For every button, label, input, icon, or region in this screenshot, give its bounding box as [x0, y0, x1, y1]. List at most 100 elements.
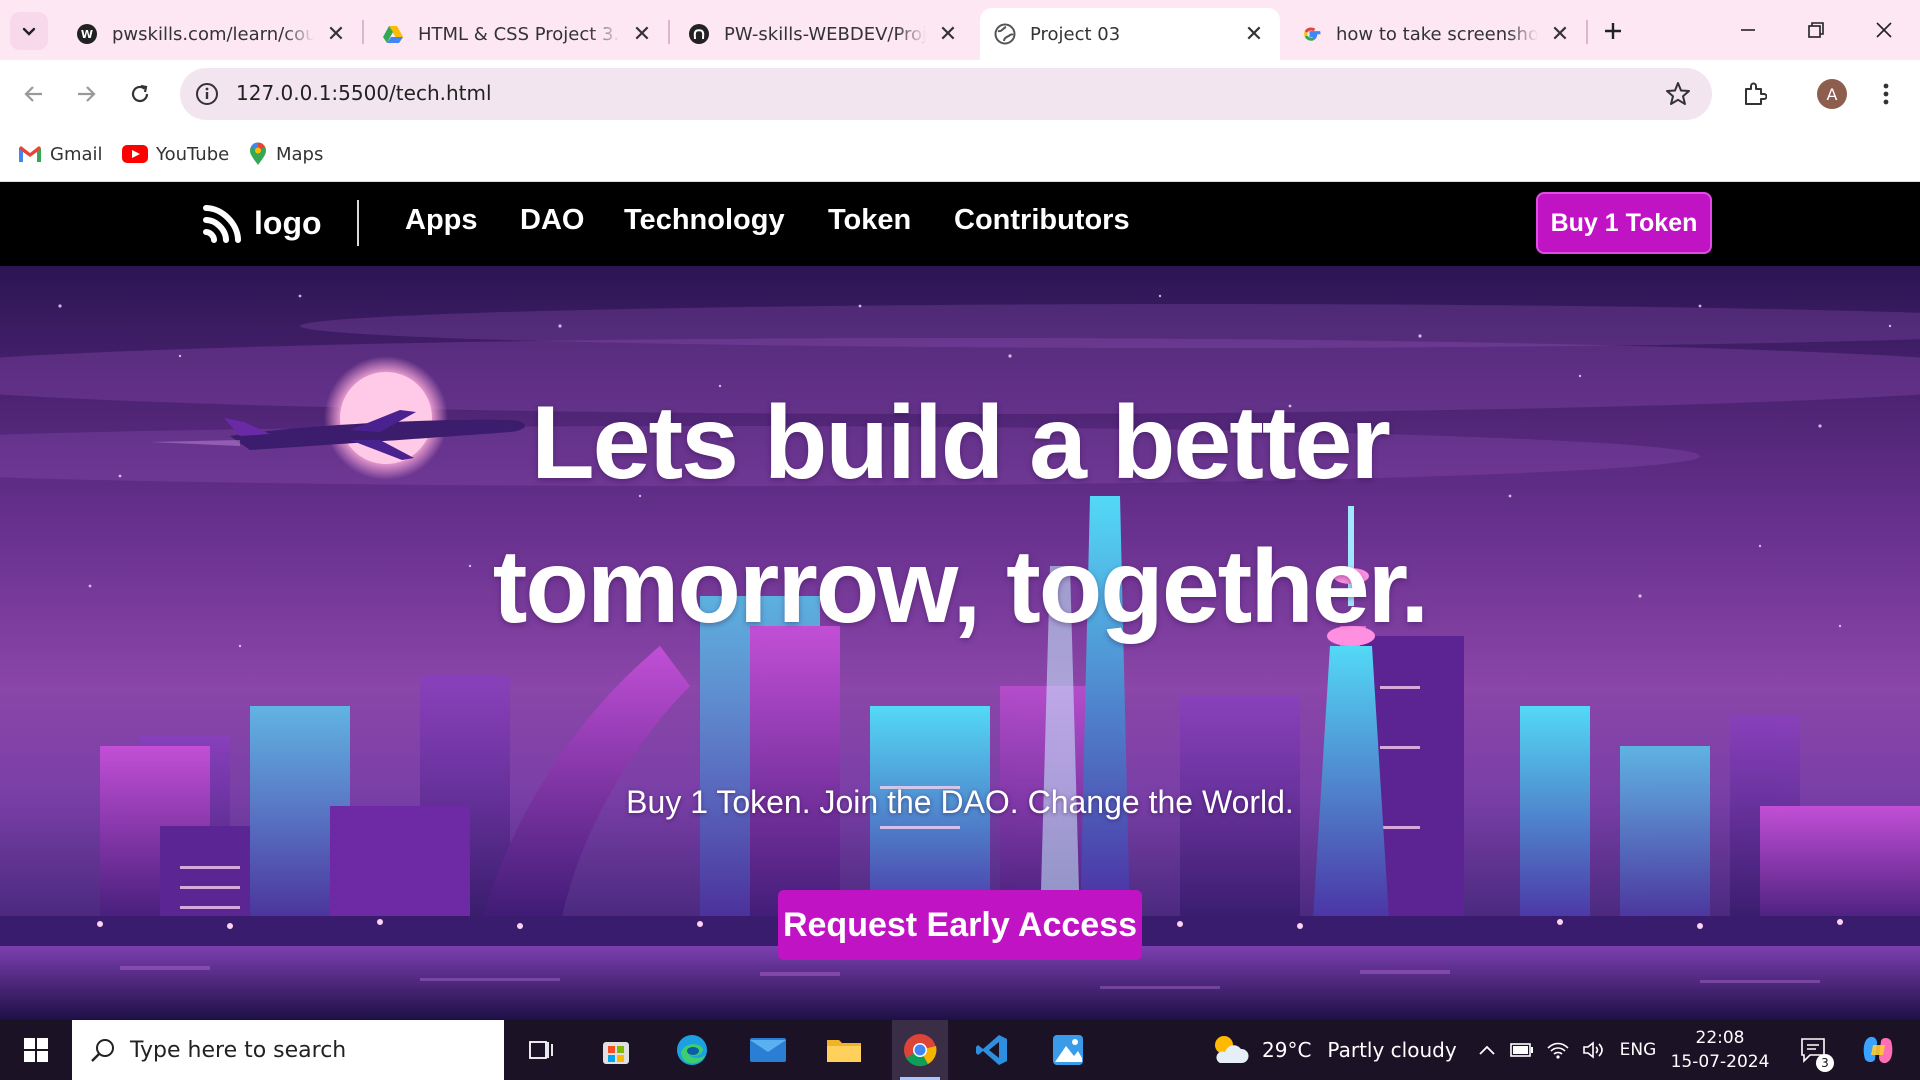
back-button[interactable]	[14, 74, 54, 114]
photos-icon	[1053, 1035, 1083, 1065]
arrow-left-icon	[24, 86, 42, 102]
logo-text: logo	[254, 204, 322, 241]
rss-logo-icon	[203, 205, 241, 243]
clock-time: 22:08	[1695, 1028, 1745, 1048]
url-text[interactable]: 127.0.0.1:5500/tech.html	[236, 81, 492, 105]
tab-strip: W pwskills.com/learn/course ✕ HTML & CSS…	[0, 0, 1920, 60]
bookmark-label: Gmail	[50, 143, 103, 165]
restore-icon	[1808, 22, 1824, 38]
volume-control[interactable]	[1578, 1020, 1610, 1080]
profile-button[interactable]: A	[1812, 74, 1852, 114]
site-info-icon[interactable]	[194, 81, 220, 107]
tab-title: HTML & CSS Project 3.pdf	[418, 23, 620, 45]
globe-icon	[994, 23, 1016, 45]
avatar: A	[1817, 79, 1847, 109]
system-clock[interactable]: 22:08 15-07-2024	[1660, 1026, 1780, 1074]
battery-icon	[1510, 1043, 1533, 1057]
edge-app[interactable]	[666, 1020, 718, 1080]
tab-title: how to take screenshot in	[1336, 23, 1538, 45]
reload-button[interactable]	[120, 74, 160, 114]
close-icon[interactable]: ✕	[1548, 22, 1572, 47]
notification-count-badge: 3	[1816, 1054, 1834, 1072]
buy-token-button[interactable]: Buy 1 Token	[1536, 192, 1712, 254]
tab-html-css-pdf[interactable]: HTML & CSS Project 3.pdf ✕	[368, 8, 668, 60]
close-icon[interactable]: ✕	[630, 22, 654, 47]
youtube-icon	[122, 145, 148, 163]
hero-title-line1: Lets build a better	[531, 385, 1391, 501]
show-hidden-icons-button[interactable]	[1472, 1020, 1502, 1080]
tab-separator	[668, 20, 670, 44]
nav-link-technology[interactable]: Technology	[624, 204, 785, 237]
minimize-icon	[1741, 29, 1755, 31]
language-label: ENG	[1619, 1040, 1657, 1060]
new-tab-button[interactable]	[1596, 14, 1630, 48]
maps-pin-icon	[250, 142, 266, 165]
weather-temp: 29°C	[1262, 1038, 1312, 1062]
address-bar[interactable]: 127.0.0.1:5500/tech.html	[180, 68, 1712, 120]
arrow-right-icon	[78, 86, 96, 102]
github-icon	[689, 24, 709, 44]
chrome-app-active[interactable]	[892, 1020, 948, 1080]
chrome-icon	[904, 1034, 937, 1067]
extensions-button[interactable]	[1734, 74, 1774, 114]
folder-icon	[827, 1040, 861, 1062]
store-icon	[603, 1042, 629, 1064]
weather-widget[interactable]: 29°C Partly cloudy	[1210, 1020, 1460, 1080]
copilot-button[interactable]	[1848, 1020, 1908, 1080]
vscode-app[interactable]	[966, 1020, 1018, 1080]
hero-title-line2: tomorrow, together.	[492, 529, 1430, 645]
nav-link-apps[interactable]: Apps	[405, 204, 478, 237]
tab-github[interactable]: PW-skills-WEBDEV/Project ✕	[674, 8, 974, 60]
tab-separator	[1586, 20, 1588, 44]
bookmark-youtube[interactable]: YouTube	[122, 138, 229, 170]
close-icon[interactable]: ✕	[1242, 22, 1266, 47]
taskbar-search-box[interactable]: Type here to search	[72, 1020, 504, 1080]
bookmark-star-icon[interactable]	[1664, 80, 1692, 108]
reload-icon	[131, 84, 149, 103]
tab-google-search[interactable]: how to take screenshot in ✕	[1286, 8, 1586, 60]
start-button[interactable]	[10, 1020, 62, 1080]
forward-button[interactable]	[66, 74, 106, 114]
tab-title: Project 03	[1030, 23, 1121, 45]
wifi-icon	[1547, 1042, 1569, 1059]
notification-center-button[interactable]: 3	[1792, 1020, 1836, 1080]
minimize-button[interactable]	[1718, 10, 1778, 50]
task-view-icon	[529, 1041, 553, 1059]
request-early-access-button[interactable]: Request Early Access	[778, 890, 1142, 960]
copilot-icon	[1863, 1036, 1893, 1064]
nav-link-token[interactable]: Token	[828, 204, 911, 237]
file-explorer-app[interactable]	[818, 1020, 870, 1080]
battery-status[interactable]	[1506, 1020, 1538, 1080]
photos-app[interactable]	[1042, 1020, 1094, 1080]
microsoft-store-app[interactable]	[590, 1020, 642, 1080]
chevron-down-icon	[22, 27, 36, 36]
task-view-button[interactable]	[514, 1020, 566, 1080]
tab-search-button[interactable]	[10, 12, 48, 50]
speaker-icon	[1583, 1041, 1603, 1059]
puzzle-icon	[1745, 82, 1767, 105]
google-drive-icon	[383, 26, 403, 43]
bookmark-maps[interactable]: Maps	[248, 138, 323, 170]
tab-project-03[interactable]: Project 03 ✕	[980, 8, 1280, 60]
weather-description: Partly cloudy	[1327, 1038, 1457, 1062]
restore-button[interactable]	[1786, 10, 1846, 50]
mail-app[interactable]	[742, 1020, 794, 1080]
bookmark-gmail[interactable]: Gmail	[18, 138, 103, 170]
nav-link-dao[interactable]: DAO	[520, 204, 584, 237]
close-icon[interactable]: ✕	[936, 22, 960, 47]
hero-subtitle: Buy 1 Token. Join the DAO. Change the Wo…	[626, 784, 1294, 820]
bookmark-label: YouTube	[156, 143, 230, 165]
close-icon[interactable]: ✕	[324, 22, 348, 47]
input-language[interactable]: ENG	[1614, 1020, 1662, 1080]
browser-menu-button[interactable]	[1866, 74, 1906, 114]
site-logo[interactable]: logo	[202, 202, 322, 244]
nav-link-contributors[interactable]: Contributors	[954, 204, 1130, 237]
google-icon	[1304, 27, 1321, 41]
pwskills-icon: W	[77, 24, 97, 44]
browser-toolbar: 127.0.0.1:5500/tech.html A	[0, 60, 1920, 128]
network-status[interactable]	[1542, 1020, 1574, 1080]
close-window-button[interactable]	[1854, 10, 1914, 50]
tab-pwskills[interactable]: W pwskills.com/learn/course ✕	[62, 8, 362, 60]
plus-icon	[1605, 23, 1621, 39]
bookmark-label: Maps	[276, 143, 324, 165]
